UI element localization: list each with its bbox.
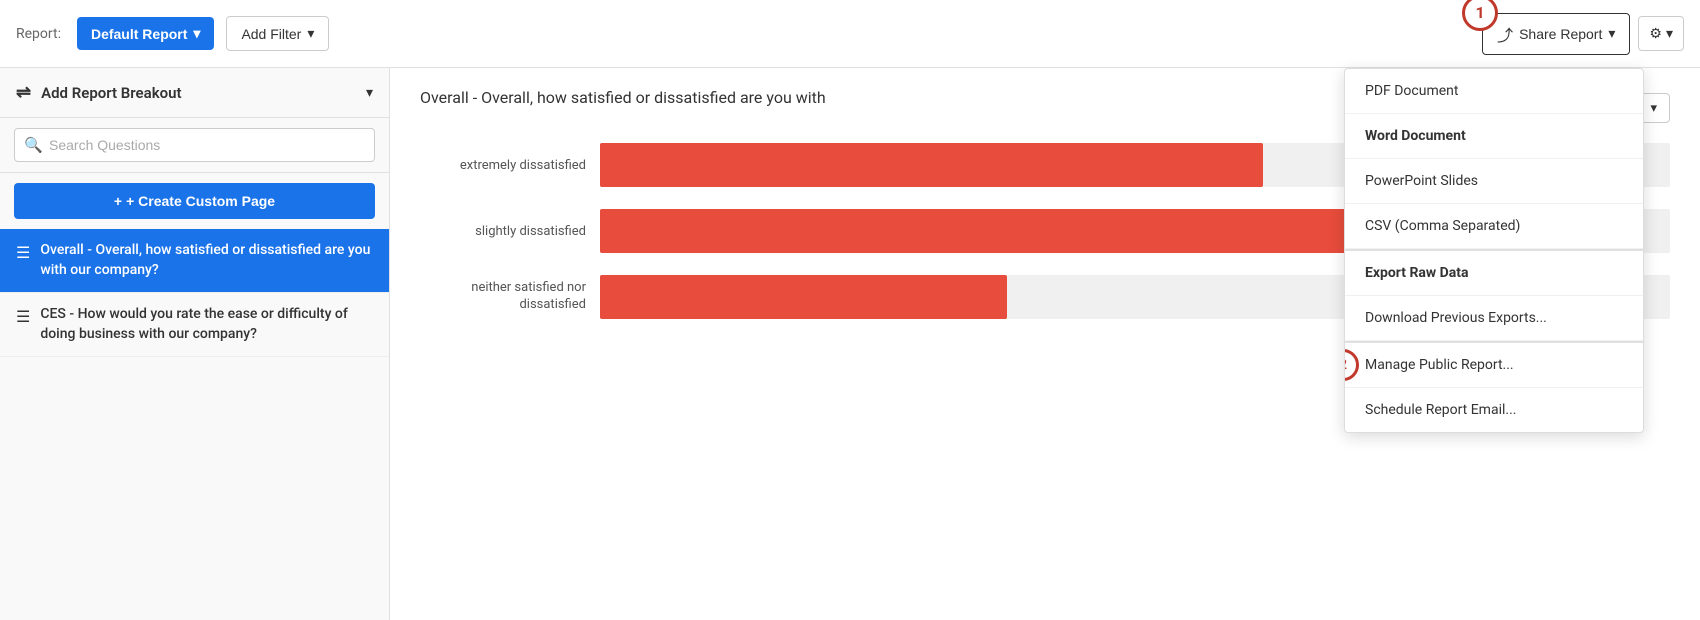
toolbar-left: Report: Default Report ▾ Add Filter ▾ bbox=[16, 16, 329, 51]
plus-icon: + bbox=[114, 193, 122, 209]
toolbar: Report: Default Report ▾ Add Filter ▾ 1 … bbox=[0, 0, 1700, 68]
dropdown-item-powerpoint[interactable]: PowerPoint Slides bbox=[1345, 159, 1643, 204]
chevron-down-icon: ▾ bbox=[307, 25, 314, 42]
bar-fill-2 bbox=[600, 275, 1007, 319]
breakout-left: ⇌ Add Report Breakout bbox=[16, 82, 182, 103]
sidebar-items: ☰ Overall - Overall, how satisfied or di… bbox=[0, 229, 389, 620]
dropdown-item-manage-public[interactable]: 2 Manage Public Report... bbox=[1345, 341, 1643, 388]
bar-label-1: slightly dissatisfied bbox=[420, 224, 600, 239]
sidebar: ⇌ Add Report Breakout ▾ 🔍 + + Create Cus… bbox=[0, 68, 390, 620]
search-box-wrap: 🔍 bbox=[0, 118, 389, 173]
gear-chevron-icon: ▾ bbox=[1666, 25, 1673, 42]
sidebar-item-1[interactable]: ☰ CES - How would you rate the ease or d… bbox=[0, 293, 389, 357]
badge-2: 2 bbox=[1344, 349, 1359, 381]
bar-fill-1 bbox=[600, 209, 1370, 253]
chevron-down-icon: ▾ bbox=[366, 85, 373, 101]
gear-icon: ⚙ bbox=[1649, 25, 1662, 42]
search-wrap: 🔍 bbox=[14, 128, 375, 162]
dropdown-item-label: PDF Document bbox=[1365, 83, 1458, 99]
dropdown-item-word[interactable]: Word Document bbox=[1345, 114, 1643, 159]
bar-fill-0 bbox=[600, 143, 1263, 187]
dropdown-item-label: Download Previous Exports... bbox=[1365, 310, 1547, 326]
chevron-down-icon: ▾ bbox=[193, 25, 200, 42]
add-filter-label: Add Filter bbox=[241, 26, 301, 42]
bar-label-2: neither satisfied nordissatisfied bbox=[420, 280, 600, 314]
dropdown-item-export-raw[interactable]: Export Raw Data bbox=[1345, 249, 1643, 296]
add-report-breakout-button[interactable]: ⇌ Add Report Breakout ▾ bbox=[0, 68, 389, 118]
create-custom-page-button[interactable]: + + Create Custom Page bbox=[14, 183, 375, 219]
sidebar-item-text-0: Overall - Overall, how satisfied or diss… bbox=[40, 241, 373, 280]
search-input[interactable] bbox=[14, 128, 375, 162]
share-report-dropdown: PDF Document Word Document PowerPoint Sl… bbox=[1344, 68, 1644, 433]
dropdown-item-label: CSV (Comma Separated) bbox=[1365, 218, 1520, 234]
create-custom-label: + Create Custom Page bbox=[126, 193, 275, 209]
dropdown-item-label: Word Document bbox=[1365, 128, 1466, 144]
add-filter-button[interactable]: Add Filter ▾ bbox=[226, 16, 329, 51]
dropdown-item-label: PowerPoint Slides bbox=[1365, 173, 1478, 189]
content-title: Overall - Overall, how satisfied or diss… bbox=[420, 88, 826, 107]
breakout-icon: ⇌ bbox=[16, 82, 31, 103]
dropdown-item-previous-exports[interactable]: Download Previous Exports... bbox=[1345, 296, 1643, 341]
content-title-text: Overall - Overall, how satisfied or diss… bbox=[420, 88, 826, 107]
dropdown-item-csv[interactable]: CSV (Comma Separated) bbox=[1345, 204, 1643, 249]
share-report-label: Share Report bbox=[1519, 26, 1602, 42]
dropdown-item-schedule-email[interactable]: Schedule Report Email... bbox=[1345, 388, 1643, 432]
default-report-label: Default Report bbox=[91, 26, 187, 42]
share-report-wrapper: 1 ⤴ Share Report ▾ bbox=[1482, 13, 1630, 55]
chevron-down-icon: ▾ bbox=[1608, 25, 1615, 42]
report-label: Report: bbox=[16, 26, 61, 42]
default-report-button[interactable]: Default Report ▾ bbox=[77, 17, 214, 50]
dropdown-item-pdf[interactable]: PDF Document bbox=[1345, 69, 1643, 114]
dropdown-item-label: Schedule Report Email... bbox=[1365, 402, 1516, 418]
bar-label-0: extremely dissatisfied bbox=[420, 158, 600, 173]
breakout-label: Add Report Breakout bbox=[41, 84, 181, 102]
share-icon: ⤴ bbox=[1497, 22, 1513, 46]
dropdown-item-label: Export Raw Data bbox=[1365, 265, 1469, 281]
dropdown-item-label: Manage Public Report... bbox=[1365, 357, 1514, 373]
sidebar-item-text-1: CES - How would you rate the ease or dif… bbox=[40, 305, 373, 344]
share-report-button[interactable]: ⤴ Share Report ▾ bbox=[1482, 13, 1630, 55]
gear-button[interactable]: ⚙ ▾ bbox=[1638, 16, 1684, 51]
toolbar-right: 1 ⤴ Share Report ▾ ⚙ ▾ bbox=[1482, 13, 1684, 55]
list-icon: ☰ bbox=[16, 307, 30, 326]
chevron-down-icon: ▾ bbox=[1650, 100, 1657, 116]
sidebar-item-0[interactable]: ☰ Overall - Overall, how satisfied or di… bbox=[0, 229, 389, 293]
list-icon: ☰ bbox=[16, 243, 30, 262]
